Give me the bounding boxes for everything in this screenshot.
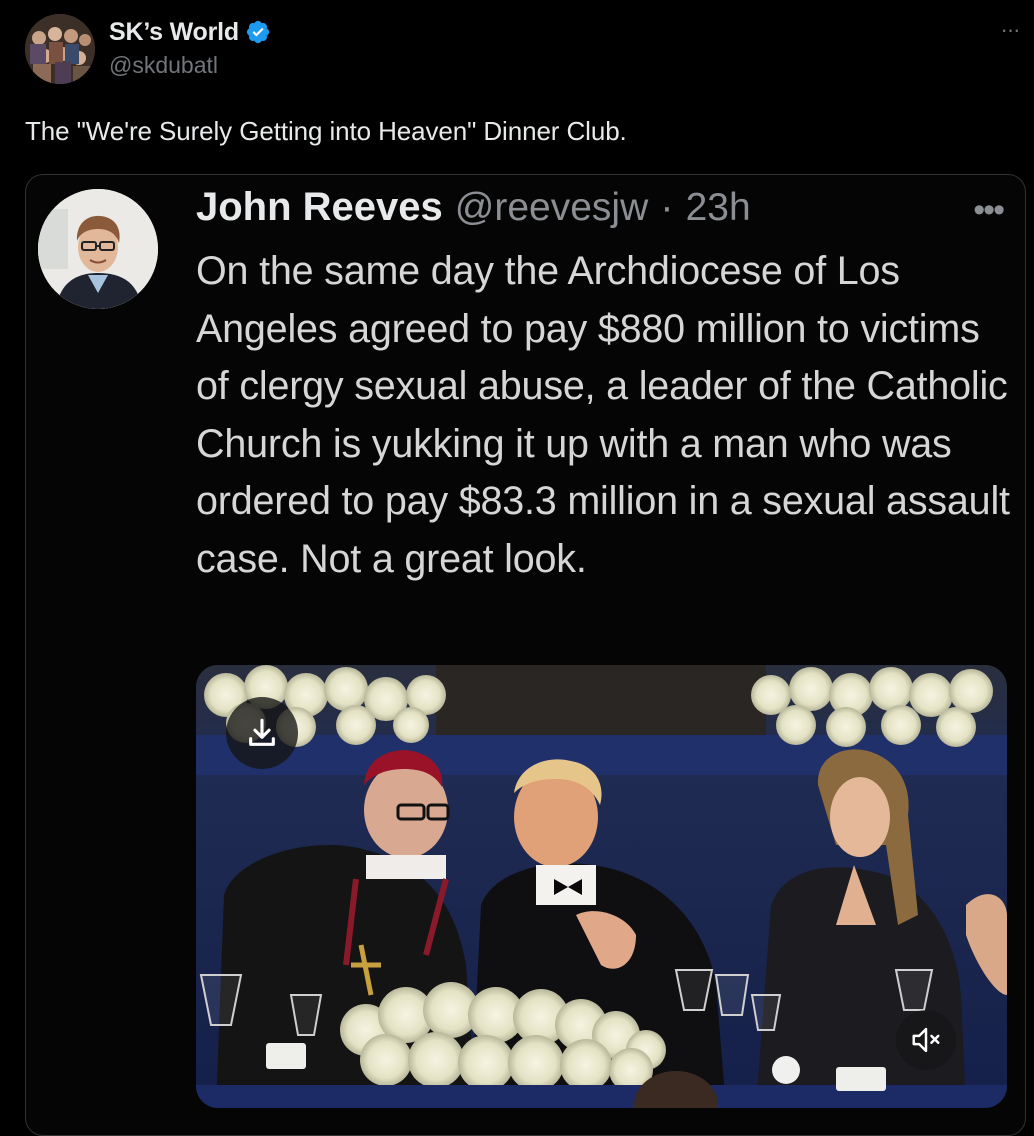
author-handle[interactable]: @skdubatl: [109, 52, 271, 79]
author-block: SK’s World @skdubatl: [109, 18, 271, 79]
video-media[interactable]: [196, 665, 1007, 1108]
quoted-post-card[interactable]: John Reeves @reevesjw · 23h ••• On the s…: [25, 174, 1026, 1136]
video-frame-image: [196, 665, 1007, 1108]
quoted-more-options-icon: •••: [973, 191, 1005, 229]
quoted-author-avatar: [38, 189, 158, 309]
author-name[interactable]: SK’s World: [109, 18, 239, 47]
author-name-row: SK’s World: [109, 18, 271, 46]
post-header: SK’s World @skdubatl ···: [25, 14, 1024, 86]
download-icon: [249, 718, 275, 746]
quoted-timestamp[interactable]: 23h: [686, 186, 751, 230]
verified-badge-icon: [245, 19, 271, 45]
post-text: The "We're Surely Getting into Heaven" D…: [25, 116, 627, 146]
quoted-author-row: John Reeves @reevesjw · 23h: [196, 185, 751, 230]
author-avatar[interactable]: [25, 14, 95, 84]
more-options-icon[interactable]: ···: [996, 19, 1024, 41]
quoted-post-text: On the same day the Archdiocese of Los A…: [196, 249, 1010, 581]
quoted-author-name[interactable]: John Reeves: [196, 185, 443, 230]
separator-dot: ·: [660, 185, 674, 229]
download-button[interactable]: [226, 697, 298, 769]
quoted-author-handle[interactable]: @reevesjw: [455, 186, 648, 230]
mute-button[interactable]: [896, 1010, 956, 1070]
speaker-muted-icon: [912, 1027, 940, 1053]
